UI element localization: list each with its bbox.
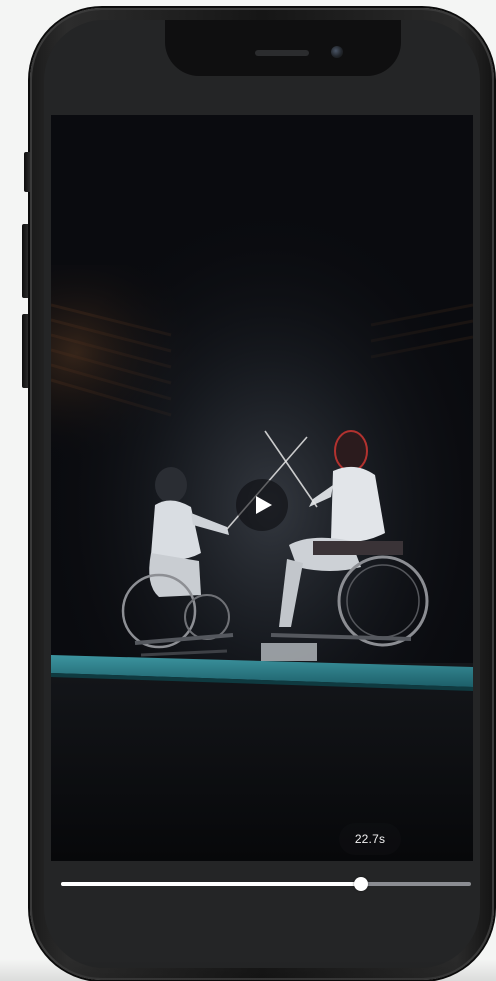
play-icon: [256, 496, 272, 514]
silent-switch: [24, 152, 30, 192]
progress-scrubber-handle[interactable]: [354, 877, 369, 891]
phone-frame: 22.7s: [30, 8, 494, 980]
notch: [165, 20, 401, 76]
play-button[interactable]: [236, 479, 288, 531]
progress-bar[interactable]: [61, 877, 471, 891]
mockup-stage: 22.7s: [0, 0, 496, 981]
video-player[interactable]: 22.7s: [51, 115, 473, 861]
speaker-grille: [255, 50, 309, 56]
phone-screen: 22.7s: [44, 20, 480, 968]
progress-fill: [61, 882, 362, 886]
bottom-shadow: [0, 959, 496, 981]
elapsed-time-label: 22.7s: [339, 823, 401, 855]
volume-down-button: [22, 314, 28, 388]
front-camera: [331, 46, 343, 58]
volume-up-button: [22, 224, 28, 298]
